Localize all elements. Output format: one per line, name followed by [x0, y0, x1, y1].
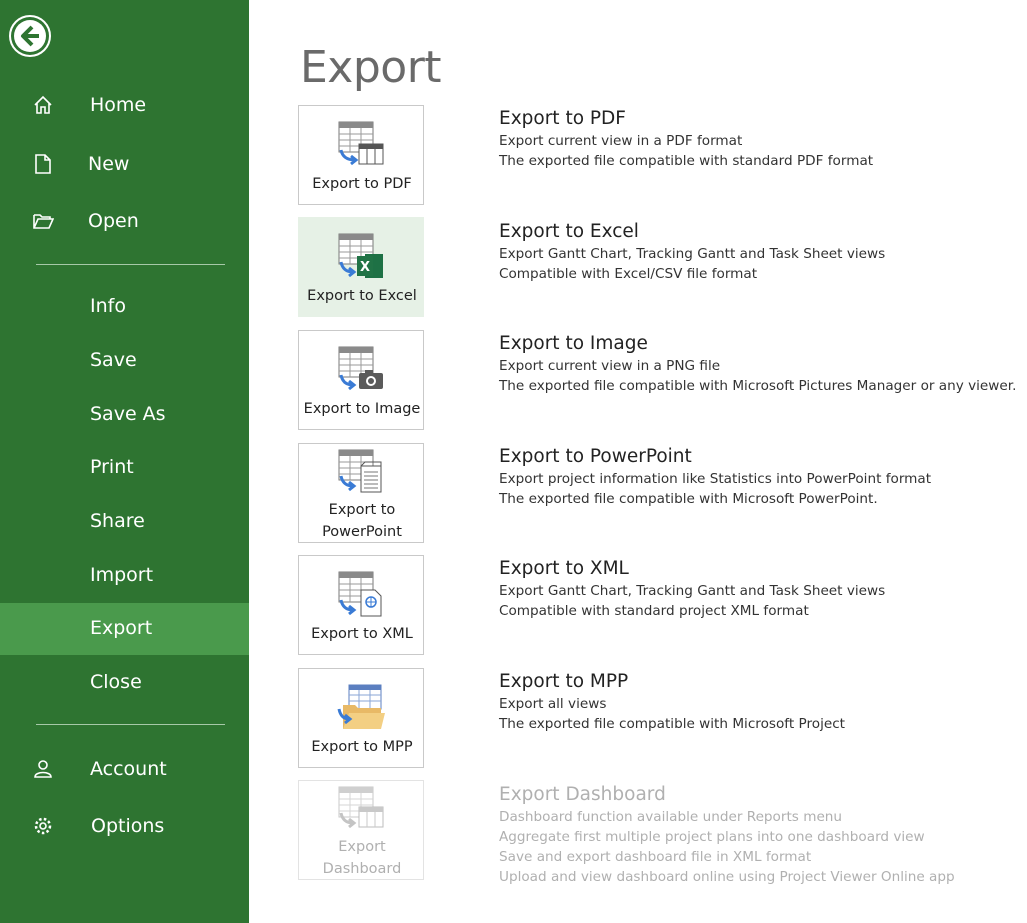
nav-new-label: New	[88, 153, 130, 175]
export-dashboard-tile-label: Export	[338, 839, 386, 855]
export-mpp-heading: Export to MPP	[499, 671, 629, 692]
description-line: Export Gantt Chart, Tracking Gantt and T…	[499, 583, 886, 599]
nav-info-label: Info	[90, 295, 126, 317]
export-pdf-button[interactable]: Export to PDF	[298, 105, 424, 205]
description-line: Aggregate first multiple project plans i…	[499, 829, 925, 845]
open-folder-icon	[33, 214, 54, 229]
description-line: Compatible with Excel/CSV file format	[499, 266, 758, 282]
export-pdf-tile-label: Export to PDF	[312, 176, 412, 192]
home-icon	[34, 95, 52, 114]
export-mpp-description: Export to MPP Export all views The expor…	[499, 670, 1019, 734]
nav-save-label: Save	[90, 349, 137, 371]
backstage-sidebar: Home New Open Info Save Save As Print Sh…	[0, 0, 249, 923]
export-xml-description: Export to XML Export Gantt Chart, Tracki…	[499, 557, 1019, 621]
export-powerpoint-description: Export to PowerPoint Export project info…	[499, 445, 1019, 509]
nav-new[interactable]: New	[0, 139, 249, 191]
svg-text:X: X	[360, 260, 370, 275]
nav-open[interactable]: Open	[0, 196, 249, 248]
description-line: Export project information like Statisti…	[499, 471, 932, 487]
nav-share-label: Share	[90, 510, 145, 532]
nav-account-label: Account	[90, 758, 167, 780]
description-line: Export all views	[499, 696, 607, 712]
xml-export-icon	[338, 571, 382, 617]
description-line: Upload and view dashboard online using P…	[499, 869, 955, 885]
nav-import-label: Import	[90, 564, 154, 586]
export-powerpoint-tile-label: Export to	[328, 502, 396, 518]
nav-save-as[interactable]: Save As	[0, 389, 249, 441]
export-xml-heading: Export to XML	[499, 558, 629, 579]
description-line: Export current view in a PNG file	[499, 358, 721, 374]
new-document-icon	[35, 154, 51, 174]
account-icon	[34, 760, 52, 778]
export-xml-button[interactable]: Export to XML	[298, 555, 424, 655]
nav-open-label: Open	[88, 210, 139, 232]
nav-close[interactable]: Close	[0, 657, 249, 709]
export-powerpoint-heading: Export to PowerPoint	[499, 446, 692, 467]
page-title: Export	[300, 42, 442, 93]
powerpoint-export-icon	[338, 449, 382, 493]
export-dashboard-button: Export Dashboard	[298, 780, 424, 880]
export-excel-heading: Export to Excel	[499, 221, 639, 242]
dashboard-export-icon	[338, 786, 384, 829]
description-line: The exported file compatible with Micros…	[499, 491, 878, 507]
export-dashboard-tile-label-line2: Dashboard	[322, 861, 402, 877]
export-mpp-tile-label: Export to MPP	[311, 739, 413, 755]
export-pdf-description: Export to PDF Export current view in a P…	[499, 107, 1019, 171]
description-line: Save and export dashboard file in XML fo…	[499, 849, 812, 865]
nav-options-label: Options	[91, 815, 165, 837]
nav-options[interactable]: Options	[0, 801, 249, 853]
description-line: Export current view in a PDF format	[499, 133, 743, 149]
description-line: Export Gantt Chart, Tracking Gantt and T…	[499, 246, 886, 262]
nav-export[interactable]: Export	[0, 603, 249, 655]
export-xml-tile-label: Export to XML	[311, 626, 413, 642]
nav-print-label: Print	[90, 456, 134, 478]
export-powerpoint-tile-label-line2: PowerPoint	[322, 524, 402, 540]
export-dashboard-heading: Export Dashboard	[499, 784, 666, 805]
nav-print[interactable]: Print	[0, 442, 249, 494]
nav-close-label: Close	[90, 671, 142, 693]
mpp-export-icon	[337, 684, 385, 729]
sidebar-divider	[36, 264, 225, 265]
nav-save[interactable]: Save	[0, 335, 249, 387]
excel-export-icon: X	[338, 233, 383, 278]
options-gear-icon	[34, 817, 52, 835]
sidebar-divider	[36, 724, 225, 725]
export-excel-button[interactable]: X Export to Excel	[298, 217, 424, 317]
export-pdf-heading: Export to PDF	[499, 108, 626, 129]
back-arrow-icon	[11, 17, 49, 55]
nav-info[interactable]: Info	[0, 281, 249, 333]
nav-import[interactable]: Import	[0, 550, 249, 602]
export-image-tile-label: Export to Image	[303, 401, 421, 417]
export-excel-tile-label: Export to Excel	[307, 288, 417, 304]
nav-account[interactable]: Account	[0, 744, 249, 796]
description-line: The exported file compatible with Micros…	[499, 378, 1017, 394]
description-line: Compatible with standard project XML for…	[499, 603, 809, 619]
description-line: The exported file compatible with standa…	[499, 153, 874, 169]
nav-home-label: Home	[90, 94, 147, 116]
description-line: The exported file compatible with Micros…	[499, 716, 846, 732]
export-excel-description: Export to Excel Export Gantt Chart, Trac…	[499, 220, 1019, 284]
nav-share[interactable]: Share	[0, 496, 249, 548]
pdf-export-icon	[338, 121, 384, 166]
export-mpp-button[interactable]: Export to MPP	[298, 668, 424, 768]
export-image-description: Export to Image Export current view in a…	[499, 332, 1019, 396]
nav-export-label: Export	[90, 617, 153, 639]
back-button[interactable]	[9, 15, 51, 57]
export-image-heading: Export to Image	[499, 333, 648, 354]
export-powerpoint-button[interactable]: Export to PowerPoint	[298, 443, 424, 543]
export-image-button[interactable]: Export to Image	[298, 330, 424, 430]
image-export-icon	[338, 346, 383, 391]
description-line: Dashboard function available under Repor…	[499, 809, 843, 825]
export-dashboard-description: Export Dashboard Dashboard function avai…	[499, 783, 1019, 887]
nav-save-as-label: Save As	[90, 403, 166, 425]
nav-home[interactable]: Home	[0, 80, 249, 132]
